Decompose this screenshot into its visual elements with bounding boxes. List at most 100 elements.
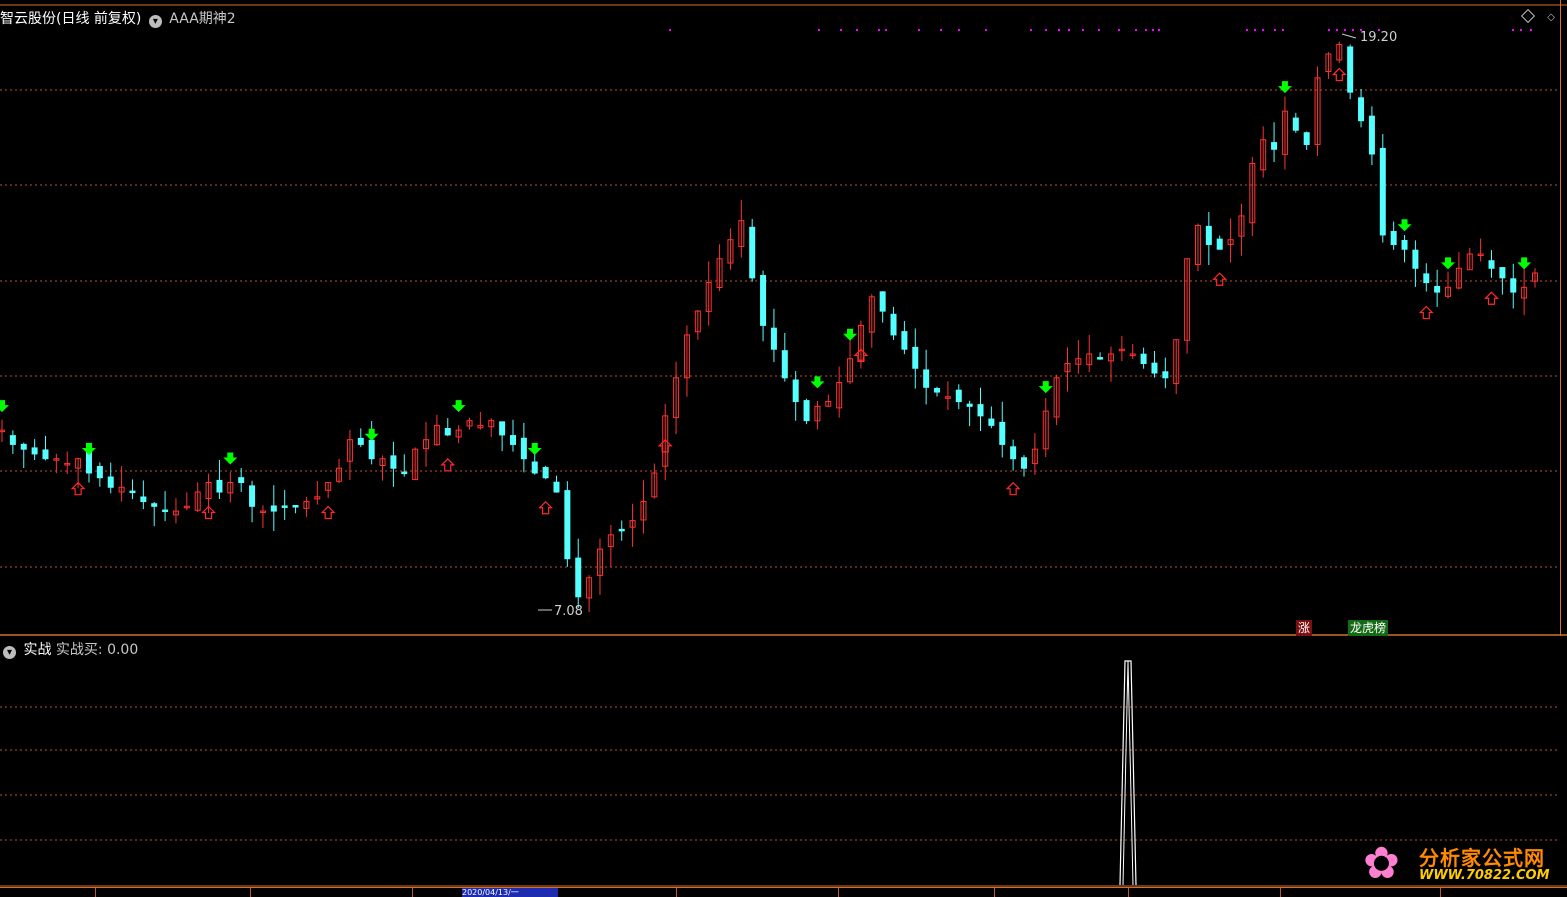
candle-body (249, 485, 256, 507)
candle-body (1390, 231, 1397, 245)
candle-body (966, 403, 973, 407)
candle-body (281, 505, 288, 508)
buy-arrow-icon (440, 458, 456, 472)
signal-dot (1520, 29, 1522, 31)
candle-body (1271, 142, 1278, 150)
signal-dot (1328, 29, 1330, 31)
candle-body (1205, 225, 1212, 245)
rise-badge[interactable]: 涨 (1296, 620, 1313, 636)
candle-body (901, 331, 908, 350)
candle-body (999, 421, 1006, 445)
sell-arrow-icon (843, 328, 858, 341)
buy-arrow-icon (1331, 67, 1347, 82)
candle-body (564, 490, 571, 560)
sell-arrow-icon (527, 442, 542, 455)
candle-body (1401, 239, 1408, 250)
low-price-label: 7.08 (554, 604, 583, 619)
candle-body (575, 557, 582, 598)
candle-body (510, 435, 516, 445)
candle-body (977, 404, 984, 417)
flower-logo-icon: ✿ (1363, 838, 1400, 889)
candle-body (162, 509, 169, 513)
signal-dot (940, 29, 942, 31)
indicator-panel[interactable]: ▾ 实战 实战买: 0.00 (0, 637, 1567, 887)
signal-dot (1098, 29, 1100, 31)
candlestick-chart[interactable] (0, 0, 1567, 636)
site-watermark: ✿ 分析家公式网 WWW.70822.COM (1363, 838, 1561, 890)
candle-body (107, 476, 114, 488)
candle-body (20, 443, 27, 450)
candle-body (499, 421, 506, 436)
signal-dot (1254, 29, 1256, 31)
signal-dot (1058, 29, 1060, 31)
sell-arrow-icon (451, 400, 466, 413)
window-control-icon[interactable]: ◇ (1547, 12, 1555, 23)
candle-body (270, 505, 277, 512)
signal-dot (1262, 29, 1264, 31)
buy-arrow-icon (1484, 291, 1499, 305)
candle-body (760, 275, 767, 326)
candle-body (1303, 132, 1310, 145)
candle-body (368, 439, 375, 460)
chart-header: 智云股份(日线 前复权) ▾ AAA期神2 (0, 8, 236, 28)
sell-arrow-icon (223, 452, 238, 465)
watermark-url: WWW.70822.COM (1419, 868, 1550, 883)
candle-body (1488, 260, 1495, 269)
dropdown-circle-icon[interactable]: ▾ (3, 646, 16, 659)
candle-body (988, 418, 995, 426)
signal-dot (1530, 29, 1532, 31)
candle-body (140, 496, 147, 503)
signal-dot (818, 29, 820, 31)
candle-body (390, 455, 397, 469)
indicator-header: ▾ 实战 实战买: 0.00 (0, 639, 138, 659)
candle-body (1097, 357, 1104, 360)
candle-body (553, 481, 560, 493)
candle-body (1021, 457, 1027, 469)
buy-arrow-icon (538, 500, 554, 515)
sell-arrow-icon (1038, 381, 1053, 394)
signal-dot (1282, 29, 1284, 31)
signal-spike (1119, 660, 1137, 886)
signal-dot (878, 29, 880, 31)
buy-arrow-icon (1418, 305, 1434, 320)
signal-dot (1045, 29, 1047, 31)
signal-dot (958, 29, 960, 31)
indicator-chart[interactable] (0, 637, 1567, 887)
candle-body (1010, 446, 1017, 460)
signal-dot (1068, 29, 1070, 31)
stock-title: 智云股份(日线 前复权) (0, 11, 142, 27)
candle-body (1510, 278, 1517, 293)
candle-body (803, 400, 810, 422)
signal-dot (885, 29, 887, 31)
signal-dot (918, 29, 920, 31)
candle-body (216, 479, 223, 493)
signal-dot (840, 29, 842, 31)
candle-body (401, 471, 408, 475)
candle-body (1162, 371, 1169, 379)
candle-body (357, 437, 364, 445)
watermark-title: 分析家公式网 (1419, 846, 1545, 870)
indicator-title: 实战 (23, 642, 52, 658)
candle-body (1347, 46, 1354, 93)
signal-dot (856, 29, 858, 31)
candle-body (531, 461, 538, 474)
candle-body (42, 449, 49, 460)
dropdown-circle-icon[interactable]: ▾ (148, 15, 162, 28)
buy-arrow-icon (1212, 272, 1228, 286)
candle-body (1379, 147, 1386, 236)
sell-arrow-icon (1277, 81, 1292, 94)
candle-body (1140, 353, 1147, 364)
candle-body (444, 428, 451, 436)
candle-body (955, 389, 962, 403)
candle-body (1434, 285, 1441, 293)
sell-arrow-icon (1517, 257, 1532, 270)
candle-body (923, 369, 930, 388)
main-chart-panel[interactable]: 智云股份(日线 前复权) ▾ AAA期神2 ◇ 19.20 7.08 涨 龙虎榜 (0, 0, 1567, 636)
signal-dot (1030, 29, 1032, 31)
candle-body (85, 451, 92, 474)
rank-badge[interactable]: 龙虎榜 (1348, 620, 1389, 636)
candle-body (129, 490, 136, 494)
candle-body (31, 447, 38, 455)
candle-body (1499, 267, 1506, 279)
sell-arrow-icon (1441, 257, 1456, 270)
